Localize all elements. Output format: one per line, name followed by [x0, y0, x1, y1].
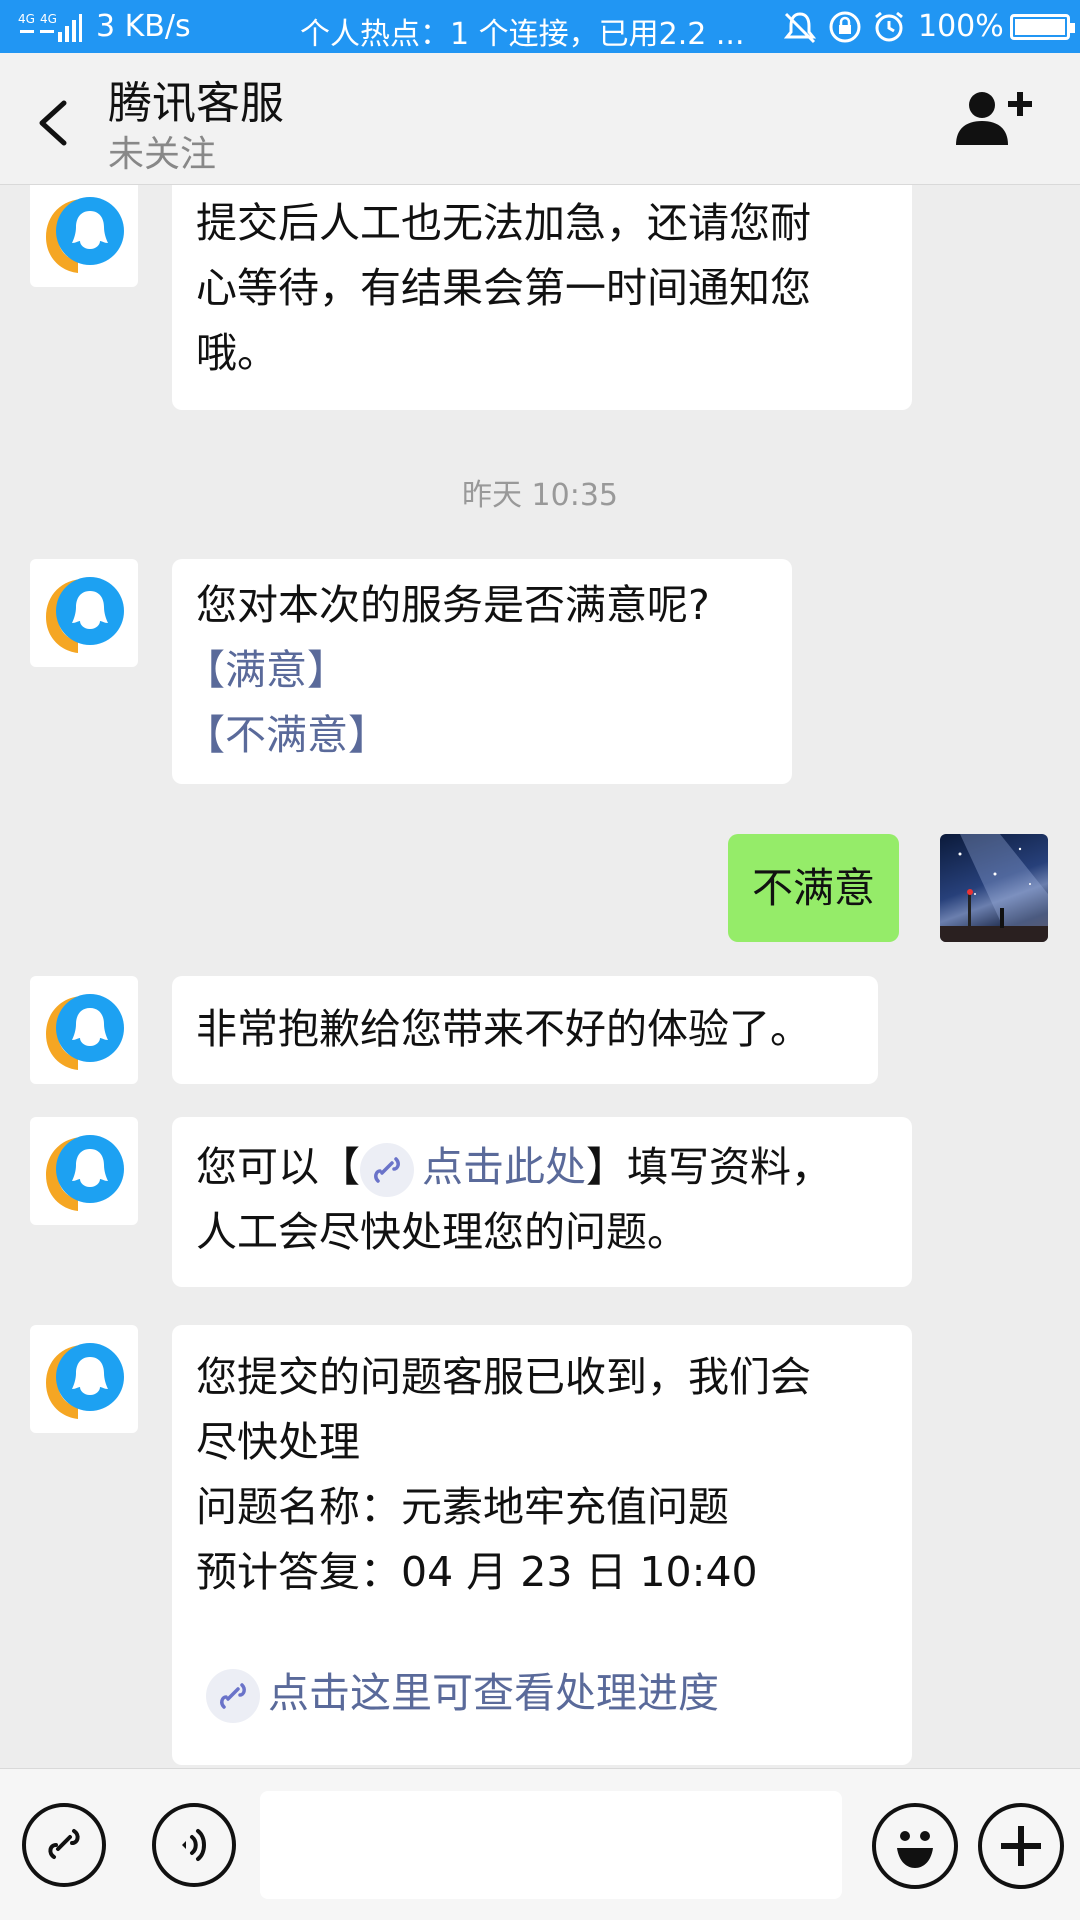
- message-text: 您提交的问题客服已收到，我们会: [196, 1353, 811, 1401]
- message-bubble: 提交后人工也无法加急，还请您耐 心等待，有结果会第一时间通知您 哦。: [172, 185, 912, 410]
- view-progress-link[interactable]: 点击这里可查看处理进度: [268, 1669, 719, 1717]
- message-bubble: 您提交的问题客服已收到，我们会 尽快处理 问题名称：元素地牢充值问题 预计答复：…: [172, 1325, 912, 1765]
- voice-icon: [182, 1829, 206, 1861]
- message-text: 非常抱歉给您带来不好的体验了。: [196, 1005, 811, 1053]
- battery-percentage: 100%: [918, 9, 1004, 44]
- do-not-disturb-icon: [783, 12, 817, 44]
- click-here-link[interactable]: 点击此处: [422, 1143, 586, 1191]
- qq-service-icon: [46, 994, 124, 1070]
- message-bubble: 非常抱歉给您带来不好的体验了。: [172, 976, 878, 1084]
- follow-status[interactable]: 未关注: [108, 125, 216, 177]
- service-avatar[interactable]: [30, 976, 138, 1084]
- starry-sky-avatar-icon: [940, 834, 1048, 942]
- status-icons: [782, 10, 906, 44]
- emoji-button[interactable]: [872, 1803, 958, 1889]
- alarm-icon: [875, 11, 903, 42]
- chat-area[interactable]: 提交后人工也无法加急，还请您耐 心等待，有结果会第一时间通知您 哦。 昨天 10…: [0, 185, 1080, 1768]
- status-bar: 4G 4G 3 KB/s 个人热点：1 个连接，已用2.2 ... 100%: [0, 0, 1080, 53]
- message-text: 预计答复：04 月 23 日 10:40: [196, 1548, 758, 1596]
- qq-service-icon: [46, 1135, 124, 1211]
- message-bubble: 您对本次的服务是否满意呢? 【满意】 【不满意】: [172, 559, 792, 784]
- message-text: 您可以【: [196, 1143, 360, 1191]
- mini-program-icon: [48, 1829, 80, 1859]
- voice-button[interactable]: [152, 1803, 236, 1887]
- network-speed: 3 KB/s: [96, 9, 191, 44]
- message-text: 】填写资料，: [586, 1143, 832, 1191]
- my-message-bubble: 不满意: [728, 834, 899, 942]
- message-text: 不满意: [752, 864, 875, 912]
- message-timestamp: 昨天 10:35: [462, 478, 618, 513]
- emoji-icon: [897, 1831, 933, 1868]
- message-text: 人工会尽快处理您的问题。: [196, 1208, 688, 1256]
- link-icon: [206, 1669, 260, 1723]
- chat-header: 腾讯客服 未关注: [0, 53, 1080, 185]
- chevron-left-icon[interactable]: [30, 93, 80, 153]
- qq-service-icon: [46, 197, 124, 273]
- hotspot-status: 个人热点：1 个连接，已用2.2 ...: [300, 17, 745, 52]
- svg-text:4G: 4G: [18, 12, 35, 26]
- message-text: 您对本次的服务是否满意呢?: [196, 581, 710, 629]
- service-avatar[interactable]: [30, 1117, 138, 1225]
- mini-program-button[interactable]: [22, 1803, 106, 1887]
- message-input[interactable]: [260, 1791, 842, 1899]
- service-avatar[interactable]: [30, 185, 138, 287]
- unsatisfied-option[interactable]: 【不满意】: [184, 703, 768, 768]
- message-text: 哦。: [196, 329, 278, 377]
- progress-link-row[interactable]: 点击这里可查看处理进度: [206, 1661, 888, 1726]
- lock-rotation-icon: [829, 11, 861, 43]
- message-text: 尽快处理: [196, 1418, 360, 1466]
- message-text: 提交后人工也无法加急，还请您耐: [196, 199, 811, 247]
- plus-icon: [1001, 1826, 1041, 1866]
- signal-icon: 4G 4G: [18, 12, 82, 42]
- input-bar: [0, 1768, 1080, 1920]
- service-avatar[interactable]: [30, 1325, 138, 1433]
- page-title: 腾讯客服: [108, 78, 284, 129]
- message-bubble: 您可以【 点击此处】填写资料， 人工会尽快处理您的问题。: [172, 1117, 912, 1287]
- my-avatar[interactable]: [940, 834, 1048, 942]
- svg-text:4G: 4G: [40, 12, 57, 26]
- qq-service-icon: [46, 1343, 124, 1419]
- add-friend-icon[interactable]: [952, 87, 1032, 151]
- satisfied-option[interactable]: 【满意】: [184, 638, 768, 703]
- service-avatar[interactable]: [30, 559, 138, 667]
- qq-service-icon: [46, 577, 124, 653]
- message-text: 问题名称：元素地牢充值问题: [196, 1483, 729, 1531]
- battery-icon: [1010, 14, 1075, 40]
- more-button[interactable]: [978, 1803, 1064, 1889]
- link-icon: [360, 1143, 414, 1197]
- message-line: 您可以【 点击此处】填写资料，: [196, 1135, 888, 1200]
- message-text: 心等待，有结果会第一时间通知您: [196, 264, 811, 312]
